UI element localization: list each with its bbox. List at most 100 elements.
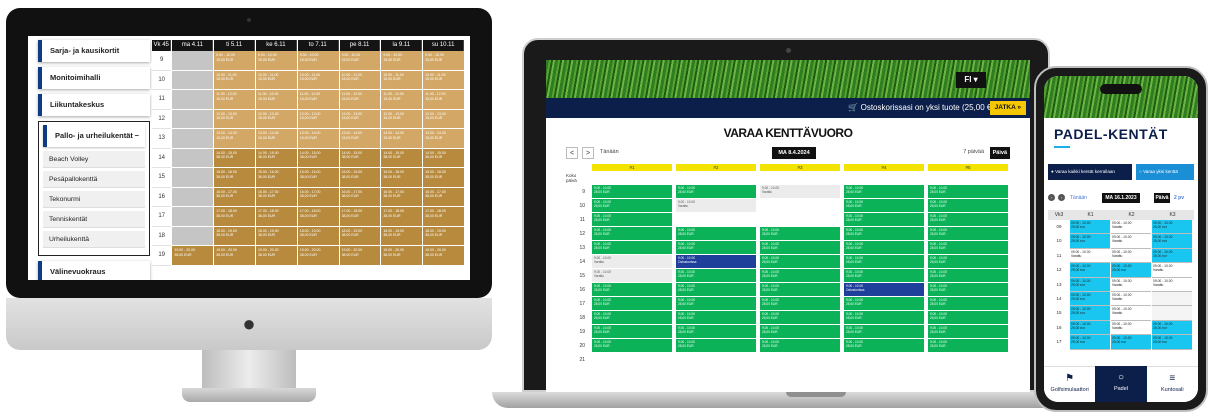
next-arrow-icon[interactable]: › — [1058, 194, 1065, 201]
date-picker[interactable]: MA 8.4.2024 — [772, 147, 816, 159]
time-slot[interactable]: 9.00 - 10.00 25,00 EUR — [592, 227, 672, 241]
sidebar-subitem-beach-volley[interactable]: Beach Volley — [43, 151, 145, 168]
time-slot[interactable]: 9.00 - 10.00 25,00 EUR — [928, 241, 1008, 255]
time-slot[interactable]: 9.00 - 10.00 25,00 EUR — [592, 297, 672, 311]
time-slot[interactable]: 09.00 - 10.00 25,00 eur — [1111, 335, 1151, 350]
sidebar-subitem-artificial-turf[interactable]: Tekonurmi — [43, 191, 145, 208]
today-button[interactable]: Tänään — [1070, 195, 1087, 201]
tab-padel[interactable]: ○ Padel — [1095, 366, 1147, 402]
time-slot[interactable]: 16.00 - 17.00 38,00 EUR — [214, 187, 255, 206]
time-slot[interactable]: 12.00 - 13.00 15,00 EUR — [297, 109, 339, 128]
cart-slot[interactable]: 9.00 - 10.00 Ostoskorissa — [676, 255, 756, 269]
time-slot[interactable]: 09.00 - 10.00 25,00 eur — [1070, 335, 1110, 350]
time-slot[interactable]: 09.00 - 10.00 25,00 eur — [1070, 306, 1110, 321]
sidebar-subitem-tennis-courts[interactable]: Tenniskentät — [43, 211, 145, 228]
time-slot[interactable]: 12.00 - 13.00 15,00 EUR — [255, 109, 297, 128]
time-slot[interactable]: 9.00 - 10.00 25,00 EUR — [676, 185, 756, 199]
time-slot[interactable]: 9.00 - 10.00 25,00 EUR — [844, 269, 924, 283]
time-slot[interactable]: 9.00 - 10.00 25,00 EUR — [844, 255, 924, 269]
time-slot[interactable]: 10.00 - 11.00 15,00 EUR — [255, 70, 297, 89]
time-slot[interactable]: 19.00 - 20.00 38,00 EUR — [172, 246, 214, 265]
time-slot[interactable]: 10.00 - 11.00 15,00 EUR — [297, 70, 339, 89]
time-slot[interactable]: 14.00 - 15.00 38,00 EUR — [255, 148, 297, 167]
time-slot[interactable]: 9.00 - 10.00 25,00 EUR — [928, 213, 1008, 227]
time-slot[interactable]: 9.00 - 10.00 15,00 EUR — [297, 51, 339, 70]
sidebar-subitem-athletics-field[interactable]: Urheilukenttä — [43, 231, 145, 248]
time-slot[interactable]: 9.00 - 10.00 25,00 EUR — [844, 241, 924, 255]
time-slot[interactable]: 10.00 - 11.00 15,00 EUR — [339, 70, 381, 89]
language-selector[interactable]: FI ▾ — [956, 72, 986, 88]
time-slot[interactable]: 14.00 - 15.00 38,00 EUR — [297, 148, 339, 167]
time-slot[interactable]: 9.00 - 10.00 25,00 EUR — [844, 185, 924, 199]
time-slot[interactable]: 09.00 - 10.00 25,00 eur — [1070, 263, 1110, 278]
time-slot[interactable]: 14.00 - 15.00 38,00 EUR — [339, 148, 381, 167]
time-slot[interactable]: 09.00 - 10.00 25,00 eur — [1152, 220, 1192, 235]
time-slot[interactable]: 9.00 - 10.00 25,00 EUR — [592, 199, 672, 213]
time-slot[interactable]: 9.00 - 10.00 25,00 EUR — [844, 325, 924, 339]
time-slot[interactable]: 16.00 - 17.00 38,00 EUR — [339, 187, 381, 206]
time-slot[interactable]: 15.00 - 16.00 38,00 EUR — [423, 168, 464, 187]
time-slot[interactable]: 17.00 - 18.00 38,00 EUR — [339, 207, 381, 226]
time-slot[interactable]: 9.00 - 10.00 25,00 EUR — [592, 283, 672, 297]
time-slot[interactable]: 19.00 - 20.00 38,00 EUR — [381, 246, 423, 265]
tab-gym[interactable]: ≡ Kuntosali — [1146, 366, 1198, 402]
sidebar-item-equipment-rental[interactable]: Välinevuokraus — [38, 261, 150, 280]
time-slot[interactable]: 18.00 - 19.00 38,00 EUR — [255, 226, 297, 245]
time-slot[interactable]: 9.00 - 10.00 25,00 EUR — [760, 339, 840, 353]
book-all-courts-button[interactable]: ● Varaa kaikki kentät kerrallaan — [1048, 164, 1132, 180]
time-slot[interactable]: 12.00 - 13.00 15,00 EUR — [339, 109, 381, 128]
time-slot[interactable]: 9.00 - 10.00 25,00 EUR — [760, 227, 840, 241]
time-slot[interactable]: 19.00 - 20.00 38,00 EUR — [297, 246, 339, 265]
time-slot[interactable]: 12.00 - 13.00 15,00 EUR — [381, 109, 423, 128]
time-slot[interactable]: 15.00 - 16.00 38,00 EUR — [214, 168, 255, 187]
sidebar-item-sports-center[interactable]: Liikuntakeskus — [38, 94, 150, 116]
time-slot[interactable]: 13.00 - 14.00 15,00 EUR — [381, 129, 423, 148]
view-2-days[interactable]: 2 pv — [1174, 195, 1184, 201]
time-slot[interactable]: 17.00 - 18.00 38,00 EUR — [297, 207, 339, 226]
time-slot[interactable]: 09.00 - 10.00 25,00 eur — [1152, 234, 1192, 249]
time-slot[interactable]: 13.00 - 14.00 15,00 EUR — [297, 129, 339, 148]
time-slot[interactable]: 13.00 - 14.00 15,00 EUR — [423, 129, 464, 148]
time-slot[interactable]: 18.00 - 19.00 38,00 EUR — [297, 226, 339, 245]
time-slot[interactable]: 17.00 - 18.00 38,00 EUR — [423, 207, 464, 226]
booked-slot[interactable]: 9.00 - 10.00 Varattu — [676, 199, 756, 213]
time-slot[interactable]: 19.00 - 20.00 38,00 EUR — [255, 246, 297, 265]
time-slot[interactable]: 9.00 - 10.00 25,00 EUR — [844, 213, 924, 227]
time-slot[interactable]: 9.00 - 10.00 25,00 EUR — [676, 283, 756, 297]
time-slot[interactable]: 11.00 - 12.00 15,00 EUR — [423, 90, 464, 109]
time-slot[interactable]: 9.00 - 10.00 25,00 EUR — [676, 325, 756, 339]
time-slot[interactable]: 9.00 - 10.00 25,00 EUR — [760, 283, 840, 297]
tab-golf[interactable]: ⚑ Golfsimulaattori — [1044, 366, 1096, 402]
time-slot[interactable]: 15.00 - 16.00 38,00 EUR — [339, 168, 381, 187]
time-slot[interactable]: 9.00 - 10.00 25,00 EUR — [760, 269, 840, 283]
time-slot[interactable]: 9.00 - 10.00 25,00 EUR — [760, 241, 840, 255]
time-slot[interactable]: 14.00 - 15.00 38,00 EUR — [214, 148, 255, 167]
time-slot[interactable]: 17.00 - 18.00 38,00 EUR — [381, 207, 423, 226]
time-slot[interactable]: 9.00 - 10.00 25,00 EUR — [928, 269, 1008, 283]
time-slot[interactable]: 9.00 - 10.00 25,00 EUR — [844, 339, 924, 353]
time-slot[interactable]: 16.00 - 17.00 38,00 EUR — [255, 187, 297, 206]
time-slot[interactable]: 15.00 - 16.00 38,00 EUR — [381, 168, 423, 187]
time-slot[interactable]: 11.00 - 12.00 15,00 EUR — [255, 90, 297, 109]
time-slot[interactable]: 9.00 - 10.00 25,00 EUR — [760, 325, 840, 339]
booked-slot[interactable]: 9.00 - 10.00 Varattu — [760, 185, 840, 199]
time-slot[interactable]: 9.00 - 10.00 25,00 EUR — [592, 339, 672, 353]
time-slot[interactable]: 9.00 - 10.00 25,00 EUR — [592, 311, 672, 325]
time-slot[interactable]: 9.00 - 10.00 25,00 EUR — [676, 311, 756, 325]
view-7-days[interactable]: 7 päivää — [963, 149, 984, 155]
continue-button[interactable]: JATKA » — [989, 101, 1026, 115]
next-arrow-icon[interactable]: > — [582, 147, 594, 159]
time-slot[interactable]: 09.00 - 10.00 25,00 eur — [1070, 277, 1110, 292]
time-slot[interactable]: 16.00 - 17.00 38,00 EUR — [297, 187, 339, 206]
time-slot[interactable]: 9.00 - 10.00 25,00 EUR — [844, 227, 924, 241]
time-slot[interactable]: 11.00 - 12.00 15,00 EUR — [381, 90, 423, 109]
time-slot[interactable]: 09.00 - 10.00 25,00 eur — [1070, 291, 1110, 307]
time-slot[interactable]: 9.00 - 10.00 25,00 EUR — [760, 297, 840, 311]
time-slot[interactable]: 18.00 - 19.00 38,00 EUR — [339, 226, 381, 245]
time-slot[interactable]: 9.00 - 10.00 25,00 EUR — [676, 227, 756, 241]
time-slot[interactable]: 9.00 - 10.00 15,00 EUR — [423, 51, 464, 70]
time-slot[interactable]: 09.00 - 10.00 25,00 eur — [1152, 248, 1192, 264]
time-slot[interactable]: 9.00 - 10.00 25,00 EUR — [844, 297, 924, 311]
time-slot[interactable]: 9.00 - 10.00 25,00 EUR — [760, 255, 840, 269]
time-slot[interactable]: 9.00 - 10.00 15,00 EUR — [381, 51, 423, 70]
